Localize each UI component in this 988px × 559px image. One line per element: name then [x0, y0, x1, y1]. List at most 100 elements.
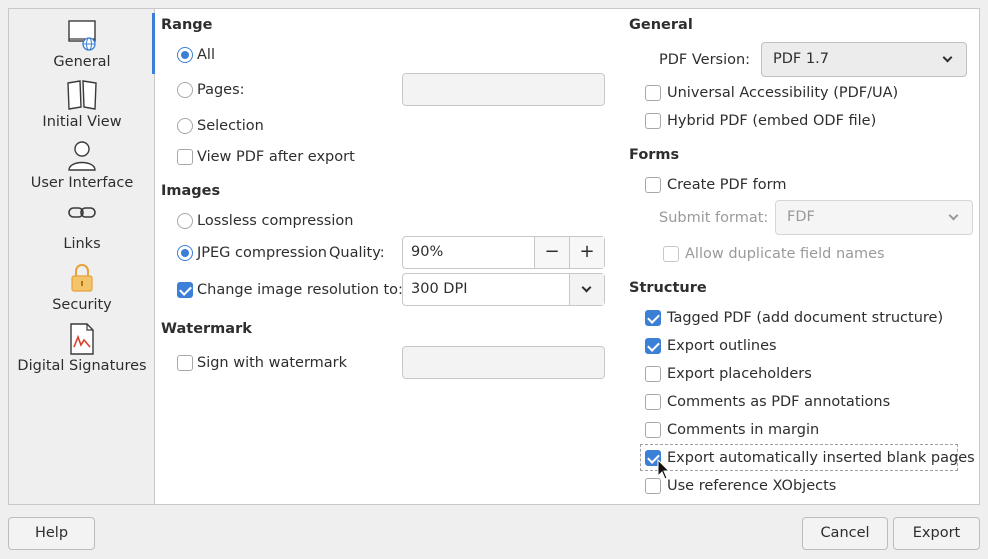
sidebar-item-label: Digital Signatures [17, 358, 147, 374]
submit-format-label-text: Submit format: [659, 210, 769, 226]
range-all-radio[interactable]: All [177, 45, 215, 65]
reference-xobjects-label: Use reference XObjects [667, 478, 837, 494]
quality-label-text: Quality: [329, 245, 385, 261]
tagged-pdf-checkbox[interactable]: Tagged PDF (add document structure) [645, 308, 943, 328]
lock-icon [66, 262, 98, 294]
forms-heading: Forms [629, 147, 680, 163]
comments-annotations-checkbox[interactable]: Comments as PDF annotations [645, 392, 890, 412]
range-selection-label: Selection [197, 118, 264, 134]
lossless-radio[interactable]: Lossless compression [177, 211, 353, 231]
help-button[interactable]: Help [8, 517, 95, 550]
checkbox[interactable] [177, 282, 193, 298]
submit-format-label: Submit format: [659, 208, 768, 228]
checkbox[interactable] [177, 149, 193, 165]
export-placeholders-label: Export placeholders [667, 366, 812, 382]
radio-button[interactable] [177, 82, 193, 98]
pages-input[interactable] [402, 73, 605, 106]
hybrid-pdf-checkbox[interactable]: Hybrid PDF (embed ODF file) [645, 111, 876, 131]
structure-heading: Structure [629, 280, 707, 296]
range-pages-radio[interactable]: Pages: [177, 80, 245, 100]
quality-stepper[interactable]: 90% − + [402, 236, 605, 269]
user-icon [66, 140, 98, 172]
radio-button[interactable] [177, 47, 193, 63]
sidebar-selection-indicator [152, 13, 155, 74]
sidebar-item-initial-view[interactable]: Initial View [9, 79, 155, 140]
lossless-label: Lossless compression [197, 213, 354, 229]
sidebar-item-label: User Interface [30, 175, 134, 191]
general-heading: General [629, 17, 693, 33]
pdf-version-select[interactable]: PDF 1.7 [761, 42, 967, 77]
pdf-version-label: PDF Version: [659, 50, 750, 70]
export-placeholders-checkbox[interactable]: Export placeholders [645, 364, 812, 384]
export-outlines-label: Export outlines [667, 338, 777, 354]
jpeg-radio[interactable]: JPEG compression [177, 243, 327, 263]
watermark-heading: Watermark [161, 321, 252, 337]
checkbox[interactable] [177, 355, 193, 371]
view-pdf-label: View PDF after export [197, 149, 355, 165]
hybrid-pdf-label: Hybrid PDF (embed ODF file) [667, 113, 877, 129]
sign-watermark-label: Sign with watermark [197, 355, 348, 371]
range-all-label: All [197, 47, 215, 63]
sidebar-item-label: Security [52, 297, 112, 313]
chevron-down-icon [581, 282, 592, 293]
sidebar-item-digital-signatures[interactable]: Digital Signatures [9, 323, 155, 384]
view-pdf-checkbox[interactable]: View PDF after export [177, 147, 355, 167]
export-button[interactable]: Export [893, 517, 980, 550]
link-icon [66, 201, 98, 233]
radio-button[interactable] [177, 213, 193, 229]
change-resolution-label: Change image resolution to: [197, 282, 403, 298]
images-heading: Images [161, 183, 221, 199]
watermark-input[interactable] [402, 346, 605, 379]
mouse-cursor-icon [657, 459, 671, 480]
allow-duplicate-checkbox[interactable]: Allow duplicate field names [663, 244, 885, 264]
create-pdf-form-label: Create PDF form [667, 177, 787, 193]
comments-margin-checkbox[interactable]: Comments in margin [645, 420, 819, 440]
range-pages-label: Pages: [197, 82, 245, 98]
comments-margin-label: Comments in margin [667, 422, 820, 438]
initial-view-icon [66, 79, 98, 111]
submit-format-select[interactable]: FDF [775, 200, 973, 235]
range-selection-radio[interactable]: Selection [177, 116, 264, 136]
pdf-version-value: PDF 1.7 [773, 51, 829, 67]
decrement-button[interactable]: − [534, 237, 569, 268]
sidebar-item-label: General [53, 54, 111, 70]
general-icon [66, 19, 98, 51]
checkbox[interactable] [645, 338, 661, 354]
sidebar: General Initial View User Interface Link… [9, 9, 155, 504]
sign-watermark-checkbox[interactable]: Sign with watermark [177, 353, 347, 373]
cancel-button[interactable]: Cancel [802, 517, 888, 550]
create-pdf-form-checkbox[interactable]: Create PDF form [645, 175, 786, 195]
sidebar-item-user-interface[interactable]: User Interface [9, 140, 155, 201]
sidebar-item-general[interactable]: General [9, 19, 155, 80]
quality-value[interactable]: 90% [403, 237, 534, 268]
sidebar-item-security[interactable]: Security [9, 262, 155, 323]
sidebar-item-label: Links [63, 236, 101, 252]
resolution-combo[interactable]: 300 DPI [402, 273, 605, 306]
submit-format-value: FDF [787, 209, 815, 225]
range-heading: Range [161, 17, 213, 33]
checkbox[interactable] [645, 366, 661, 382]
checkbox[interactable] [645, 422, 661, 438]
resolution-value[interactable]: 300 DPI [403, 274, 569, 305]
checkbox[interactable] [645, 394, 661, 410]
radio-button[interactable] [177, 118, 193, 134]
export-blank-pages-checkbox[interactable]: Export automatically inserted blank page… [645, 448, 975, 468]
universal-accessibility-checkbox[interactable]: Universal Accessibility (PDF/UA) [645, 83, 898, 103]
reference-xobjects-checkbox[interactable]: Use reference XObjects [645, 476, 836, 496]
chevron-down-icon [942, 52, 953, 63]
jpeg-label: JPEG compression [197, 245, 327, 261]
checkbox[interactable] [663, 246, 679, 262]
resolution-dropdown-button[interactable] [569, 274, 604, 305]
change-resolution-checkbox[interactable]: Change image resolution to: [177, 280, 403, 300]
comments-annotations-label: Comments as PDF annotations [667, 394, 891, 410]
tagged-pdf-label: Tagged PDF (add document structure) [667, 310, 944, 326]
signature-icon [66, 323, 98, 355]
checkbox[interactable] [645, 177, 661, 193]
increment-button[interactable]: + [569, 237, 604, 268]
checkbox[interactable] [645, 113, 661, 129]
checkbox[interactable] [645, 85, 661, 101]
export-outlines-checkbox[interactable]: Export outlines [645, 336, 777, 356]
checkbox[interactable] [645, 310, 661, 326]
sidebar-item-links[interactable]: Links [9, 201, 155, 262]
radio-button[interactable] [177, 245, 193, 261]
